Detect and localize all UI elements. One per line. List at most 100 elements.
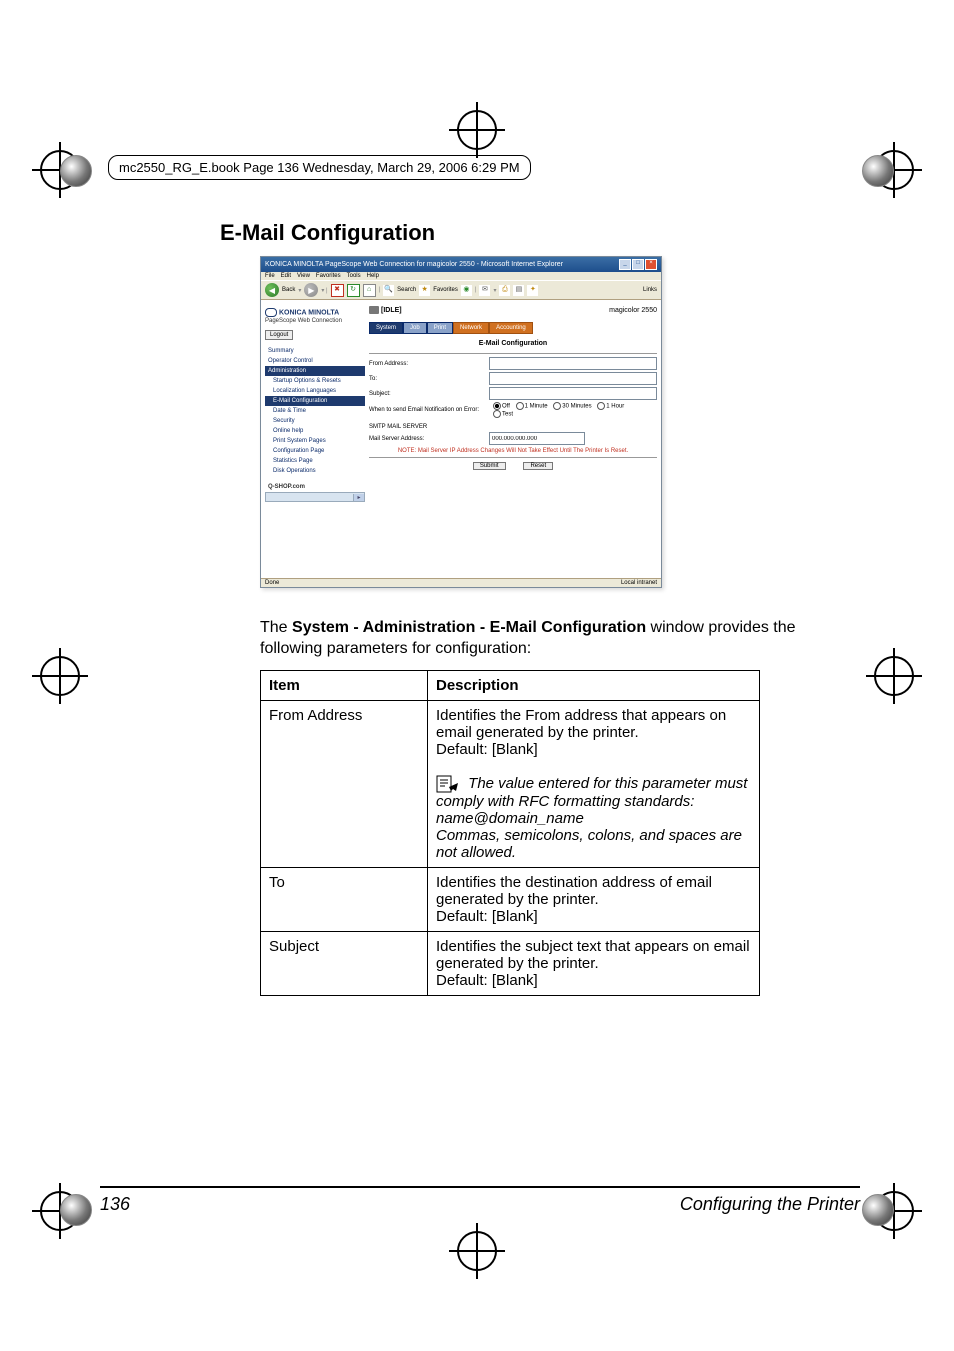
label-to: To:	[369, 376, 489, 382]
input-subject[interactable]	[489, 387, 657, 400]
cell-item-to: To	[261, 867, 428, 931]
sidebar: KONICA MINOLTA PageScope Web Connection …	[265, 304, 365, 574]
cell-item-from: From Address	[261, 700, 428, 867]
brand-sub: PageScope Web Connection	[265, 318, 365, 324]
links-label[interactable]: Links	[643, 287, 657, 293]
submit-button[interactable]: Submit	[473, 462, 506, 470]
note-icon	[436, 775, 460, 793]
nav-localization[interactable]: Localization Languages	[265, 386, 365, 396]
nav-date-time[interactable]: Date & Time	[265, 406, 365, 416]
nav-operator-control[interactable]: Operator Control	[265, 356, 365, 366]
print-icon[interactable]: ⎙	[499, 285, 510, 296]
sidebar-scroll[interactable]: ▸	[265, 492, 365, 502]
crop-mark-left	[40, 656, 80, 696]
status-idle: [IDLE]	[381, 307, 402, 314]
nav-stats-page[interactable]: Statistics Page	[265, 456, 365, 466]
statusbar: Done Local intranet	[261, 578, 661, 587]
main-pane: [IDLE] magicolor 2550 System Job Print N…	[369, 304, 657, 574]
nav-administration[interactable]: Administration	[265, 366, 365, 376]
status-done: Done	[265, 580, 279, 586]
maximize-button[interactable]: □	[632, 259, 644, 270]
table-row: Subject Identifies the subject text that…	[261, 931, 760, 995]
label-subject: Subject:	[369, 391, 489, 397]
crop-mark-top	[457, 110, 497, 150]
radio-off[interactable]	[493, 402, 501, 410]
search-icon[interactable]: 🔍	[383, 285, 394, 296]
logout-button[interactable]: Logout	[265, 330, 293, 340]
browser-window: KONICA MINOLTA PageScope Web Connection …	[260, 256, 662, 588]
table-row: To Identifies the destination address of…	[261, 867, 760, 931]
section-heading: E-Mail Configuration	[220, 220, 860, 246]
nav-print-system[interactable]: Print System Pages	[265, 436, 365, 446]
page-footer: 136 Configuring the Printer	[100, 1186, 860, 1215]
nav-online-help[interactable]: Online help	[265, 426, 365, 436]
nav-config-page[interactable]: Configuration Page	[265, 446, 365, 456]
header-line: mc2550_RG_E.book Page 136 Wednesday, Mar…	[108, 155, 531, 180]
nav-security[interactable]: Security	[265, 416, 365, 426]
favorites-icon[interactable]: ★	[419, 285, 430, 296]
params-table: Item Description From Address Identifies…	[260, 670, 760, 996]
history-icon[interactable]: ◉	[461, 285, 472, 296]
reset-button[interactable]: Reset	[523, 462, 553, 470]
menu-edit[interactable]: Edit	[281, 273, 291, 279]
minimize-button[interactable]: _	[619, 259, 631, 270]
radio-1min[interactable]	[516, 402, 524, 410]
menu-favorites[interactable]: Favorites	[316, 273, 341, 279]
back-button[interactable]: ◀	[265, 283, 279, 297]
nav-summary[interactable]: Summary	[265, 346, 365, 356]
printer-icon	[369, 306, 379, 314]
cell-desc-from: Identifies the From address that appears…	[428, 700, 760, 867]
label-when: When to send Email Notification on Error…	[369, 407, 489, 413]
corner-ball-bl	[60, 1194, 92, 1226]
input-from[interactable]	[489, 357, 657, 370]
menu-view[interactable]: View	[297, 273, 310, 279]
tab-print[interactable]: Print	[427, 322, 453, 334]
nav-email-config[interactable]: E-Mail Configuration	[265, 396, 365, 406]
menubar: File Edit View Favorites Tools Help	[261, 272, 661, 280]
menu-file[interactable]: File	[265, 273, 275, 279]
cell-item-subject: Subject	[261, 931, 428, 995]
tabs: System Job Print Network Accounting	[369, 322, 657, 334]
stop-icon[interactable]: ✖	[331, 284, 344, 297]
nav-qshop[interactable]: Q-SHOP.com	[265, 482, 365, 492]
tab-accounting[interactable]: Accounting	[489, 322, 533, 334]
toolbar: ◀ Back ▾ ▶ ▾ | ✖ ↻ ⌂ | 🔍 Search ★ Favori…	[261, 280, 661, 300]
tab-network[interactable]: Network	[453, 322, 489, 334]
tab-system[interactable]: System	[369, 322, 403, 334]
radio-30min[interactable]	[553, 402, 561, 410]
search-label[interactable]: Search	[397, 287, 416, 293]
label-from: From Address:	[369, 361, 489, 367]
menu-tools[interactable]: Tools	[347, 273, 361, 279]
close-button[interactable]: ×	[645, 259, 657, 270]
crop-mark-right	[874, 656, 914, 696]
radio-test[interactable]	[493, 410, 501, 418]
mail-icon[interactable]: ✉	[479, 285, 490, 296]
chapter-title: Configuring the Printer	[680, 1194, 860, 1215]
favorites-label[interactable]: Favorites	[433, 287, 458, 293]
edit-icon[interactable]: ▤	[513, 285, 524, 296]
tab-job[interactable]: Job	[403, 322, 427, 334]
input-mailserver[interactable]	[489, 432, 585, 445]
nav-list: Summary Operator Control Administration …	[265, 346, 365, 492]
input-to[interactable]	[489, 372, 657, 385]
corner-ball-tl	[60, 155, 92, 187]
corner-ball-br	[862, 1194, 894, 1226]
discuss-icon[interactable]: ✦	[527, 285, 538, 296]
nav-disk-ops[interactable]: Disk Operations	[265, 466, 365, 476]
crop-mark-bottom	[457, 1231, 497, 1271]
corner-ball-tr	[862, 155, 894, 187]
divider	[369, 353, 657, 354]
brand-logo: KONICA MINOLTA	[265, 308, 365, 317]
refresh-icon[interactable]: ↻	[347, 284, 360, 297]
note-reset: NOTE: Mail Server IP Address Changes Wil…	[369, 448, 657, 454]
label-mailserver: Mail Server Address:	[369, 436, 489, 442]
radio-1hr[interactable]	[597, 402, 605, 410]
home-icon[interactable]: ⌂	[363, 284, 376, 297]
pane-title: E-Mail Configuration	[369, 340, 657, 347]
menu-help[interactable]: Help	[367, 273, 379, 279]
forward-button[interactable]: ▶	[304, 283, 318, 297]
page-number: 136	[100, 1194, 130, 1215]
nav-startup[interactable]: Startup Options & Resets	[265, 376, 365, 386]
window-title: KONICA MINOLTA PageScope Web Connection …	[265, 261, 563, 268]
radio-group-when: Off 1 Minute 30 Minutes 1 Hour Test	[489, 402, 624, 418]
